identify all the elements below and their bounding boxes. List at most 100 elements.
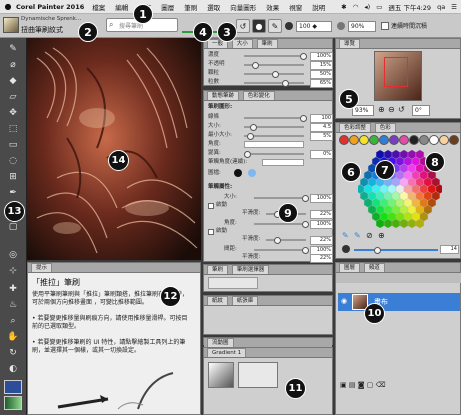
stroke-value[interactable]: 22% (310, 236, 333, 245)
slider-knob[interactable] (252, 62, 259, 69)
rotation-field[interactable]: 0° (412, 105, 430, 116)
brush-tool-icon[interactable]: ✎ (6, 42, 20, 56)
navigator-viewport[interactable] (384, 57, 408, 87)
menu-select[interactable]: 選取 (207, 2, 220, 12)
clock[interactable]: 週五 下午4:29 (388, 2, 431, 12)
tab-brush-panel[interactable]: 筆刷 (207, 265, 229, 274)
tab-layers[interactable]: 圖層 (339, 263, 361, 272)
divine-proportion-icon[interactable]: ◎ (6, 248, 20, 262)
reset-tool-button[interactable]: ↺ (236, 19, 250, 33)
lasso-icon[interactable]: ◌ (6, 154, 20, 168)
tab-brush-selector[interactable]: 筆刷選擇器 (231, 265, 270, 274)
general-slider[interactable] (244, 71, 304, 78)
zoom-out-icon[interactable]: ⊖ (388, 105, 395, 114)
swatch[interactable] (369, 135, 379, 145)
dynamic-value[interactable]: 4.5 (310, 123, 333, 132)
shape-icon[interactable]: ▢ (6, 220, 20, 234)
swatch[interactable] (349, 135, 359, 145)
mixer-icon[interactable]: ⊘ (366, 231, 373, 240)
slider-knob[interactable] (244, 151, 251, 158)
brush-mode-button[interactable]: ✎ (268, 19, 282, 33)
slider-knob[interactable] (247, 133, 254, 140)
crop-icon[interactable]: ⊞ (6, 170, 20, 184)
slider-knob[interactable] (300, 115, 307, 122)
general-value[interactable]: 100% (310, 52, 333, 61)
tab-navigator[interactable]: 導覽 (339, 39, 361, 48)
slider-knob[interactable] (282, 80, 289, 87)
pen-icon[interactable]: ✒ (6, 186, 20, 200)
general-slider[interactable] (244, 80, 304, 87)
battery-icon[interactable]: ▭ (376, 3, 382, 11)
volume-icon[interactable]: ◂) (364, 3, 370, 11)
duplicate-icon[interactable]: ▢ (367, 381, 374, 389)
swatch[interactable] (449, 135, 459, 145)
tab-hints[interactable]: 提示 (31, 263, 53, 272)
stroke-slider[interactable] (254, 195, 309, 202)
zoom-in-icon[interactable]: ⊕ (378, 105, 385, 114)
magnifier-icon[interactable]: ⌕ (6, 314, 20, 328)
brush-thumbnail[interactable] (3, 17, 19, 33)
dynamic-value[interactable]: 0% (310, 150, 333, 159)
swatch-add-icon[interactable]: ⊕ (378, 231, 385, 240)
dynamic-slider[interactable] (244, 124, 304, 131)
mirror-icon[interactable]: ⊹ (6, 264, 20, 278)
menu-effects[interactable]: 效果 (266, 2, 279, 12)
grabber-icon[interactable]: ✋ (6, 330, 20, 344)
color-swatch-icon[interactable]: ◐ (6, 362, 20, 376)
apple-icon[interactable]: ● (0, 2, 16, 11)
menu-window[interactable]: 視窗 (289, 2, 302, 12)
dynamic-value[interactable]: 100 (310, 114, 333, 123)
swatch[interactable] (359, 135, 369, 145)
tab-flow-map[interactable]: 流動圖 (207, 338, 234, 347)
swatch[interactable] (439, 135, 449, 145)
dynamic-slider[interactable] (244, 151, 304, 158)
general-value[interactable]: 50% (310, 70, 333, 79)
menu-shapes[interactable]: 向量圖形 (230, 2, 256, 12)
stroke-enable-checkbox[interactable] (208, 229, 214, 235)
paint-bucket-icon[interactable]: ◆ (6, 74, 20, 88)
tab-paper-library[interactable]: 紙張庫 (231, 296, 259, 305)
color-value[interactable]: 14 (440, 245, 459, 254)
stroke-slider[interactable] (254, 247, 309, 254)
slider-knob[interactable] (300, 53, 307, 60)
pattern-thumbnail[interactable] (4, 396, 22, 410)
stroke-value[interactable]: 100% (310, 194, 333, 203)
general-slider[interactable] (244, 53, 307, 60)
dropper-icon[interactable]: ⌀ (6, 58, 20, 72)
menu-layers[interactable]: 圖層 (161, 2, 174, 12)
continuous-deposit-checkbox[interactable] (381, 22, 389, 30)
menu-help[interactable]: 說明 (312, 2, 325, 12)
opacity-field[interactable]: 90% (348, 21, 376, 32)
wifi-icon[interactable]: ◠ (353, 3, 359, 11)
tab-channels[interactable]: 頻道 (363, 263, 385, 272)
stroke-slider[interactable] (254, 221, 309, 228)
tab-dynamic[interactable]: 動態筆跡 (207, 91, 240, 100)
app-name-menu[interactable]: Corel Painter 2016 (16, 3, 84, 11)
general-value[interactable]: 65% (310, 79, 333, 88)
stroke-enable-checkbox[interactable] (208, 203, 214, 209)
swatch[interactable] (419, 135, 429, 145)
stroke-value[interactable]: 22% (310, 210, 333, 219)
slider-knob[interactable] (274, 237, 281, 244)
dynamic-value[interactable]: 5% (310, 132, 333, 141)
swatch[interactable] (389, 135, 399, 145)
tab-size[interactable]: 大小 (231, 39, 253, 48)
mask-icon[interactable]: ◙ (358, 381, 365, 389)
swatch[interactable] (339, 135, 349, 145)
slider-knob[interactable] (272, 71, 279, 78)
stroke-value[interactable]: 100% (310, 220, 333, 229)
stroke-value[interactable]: 22% (310, 254, 333, 263)
rect-selection-icon[interactable]: ▭ (6, 138, 20, 152)
gradient-swatch[interactable] (208, 362, 234, 388)
dab-blue-icon[interactable] (248, 169, 256, 177)
new-layer-icon[interactable]: ▣ (340, 381, 347, 389)
stroke-slider[interactable] (266, 237, 306, 244)
gradient-preview[interactable] (238, 362, 278, 388)
brush-icon[interactable]: ✎ (354, 231, 361, 240)
menu-edit[interactable]: 編輯 (115, 2, 128, 12)
group-icon[interactable]: ▤ (349, 381, 356, 389)
slider-knob[interactable] (302, 221, 309, 228)
list-icon[interactable]: ☰ (451, 3, 457, 11)
swatch[interactable] (409, 135, 419, 145)
angle-dropdown[interactable] (244, 141, 304, 148)
